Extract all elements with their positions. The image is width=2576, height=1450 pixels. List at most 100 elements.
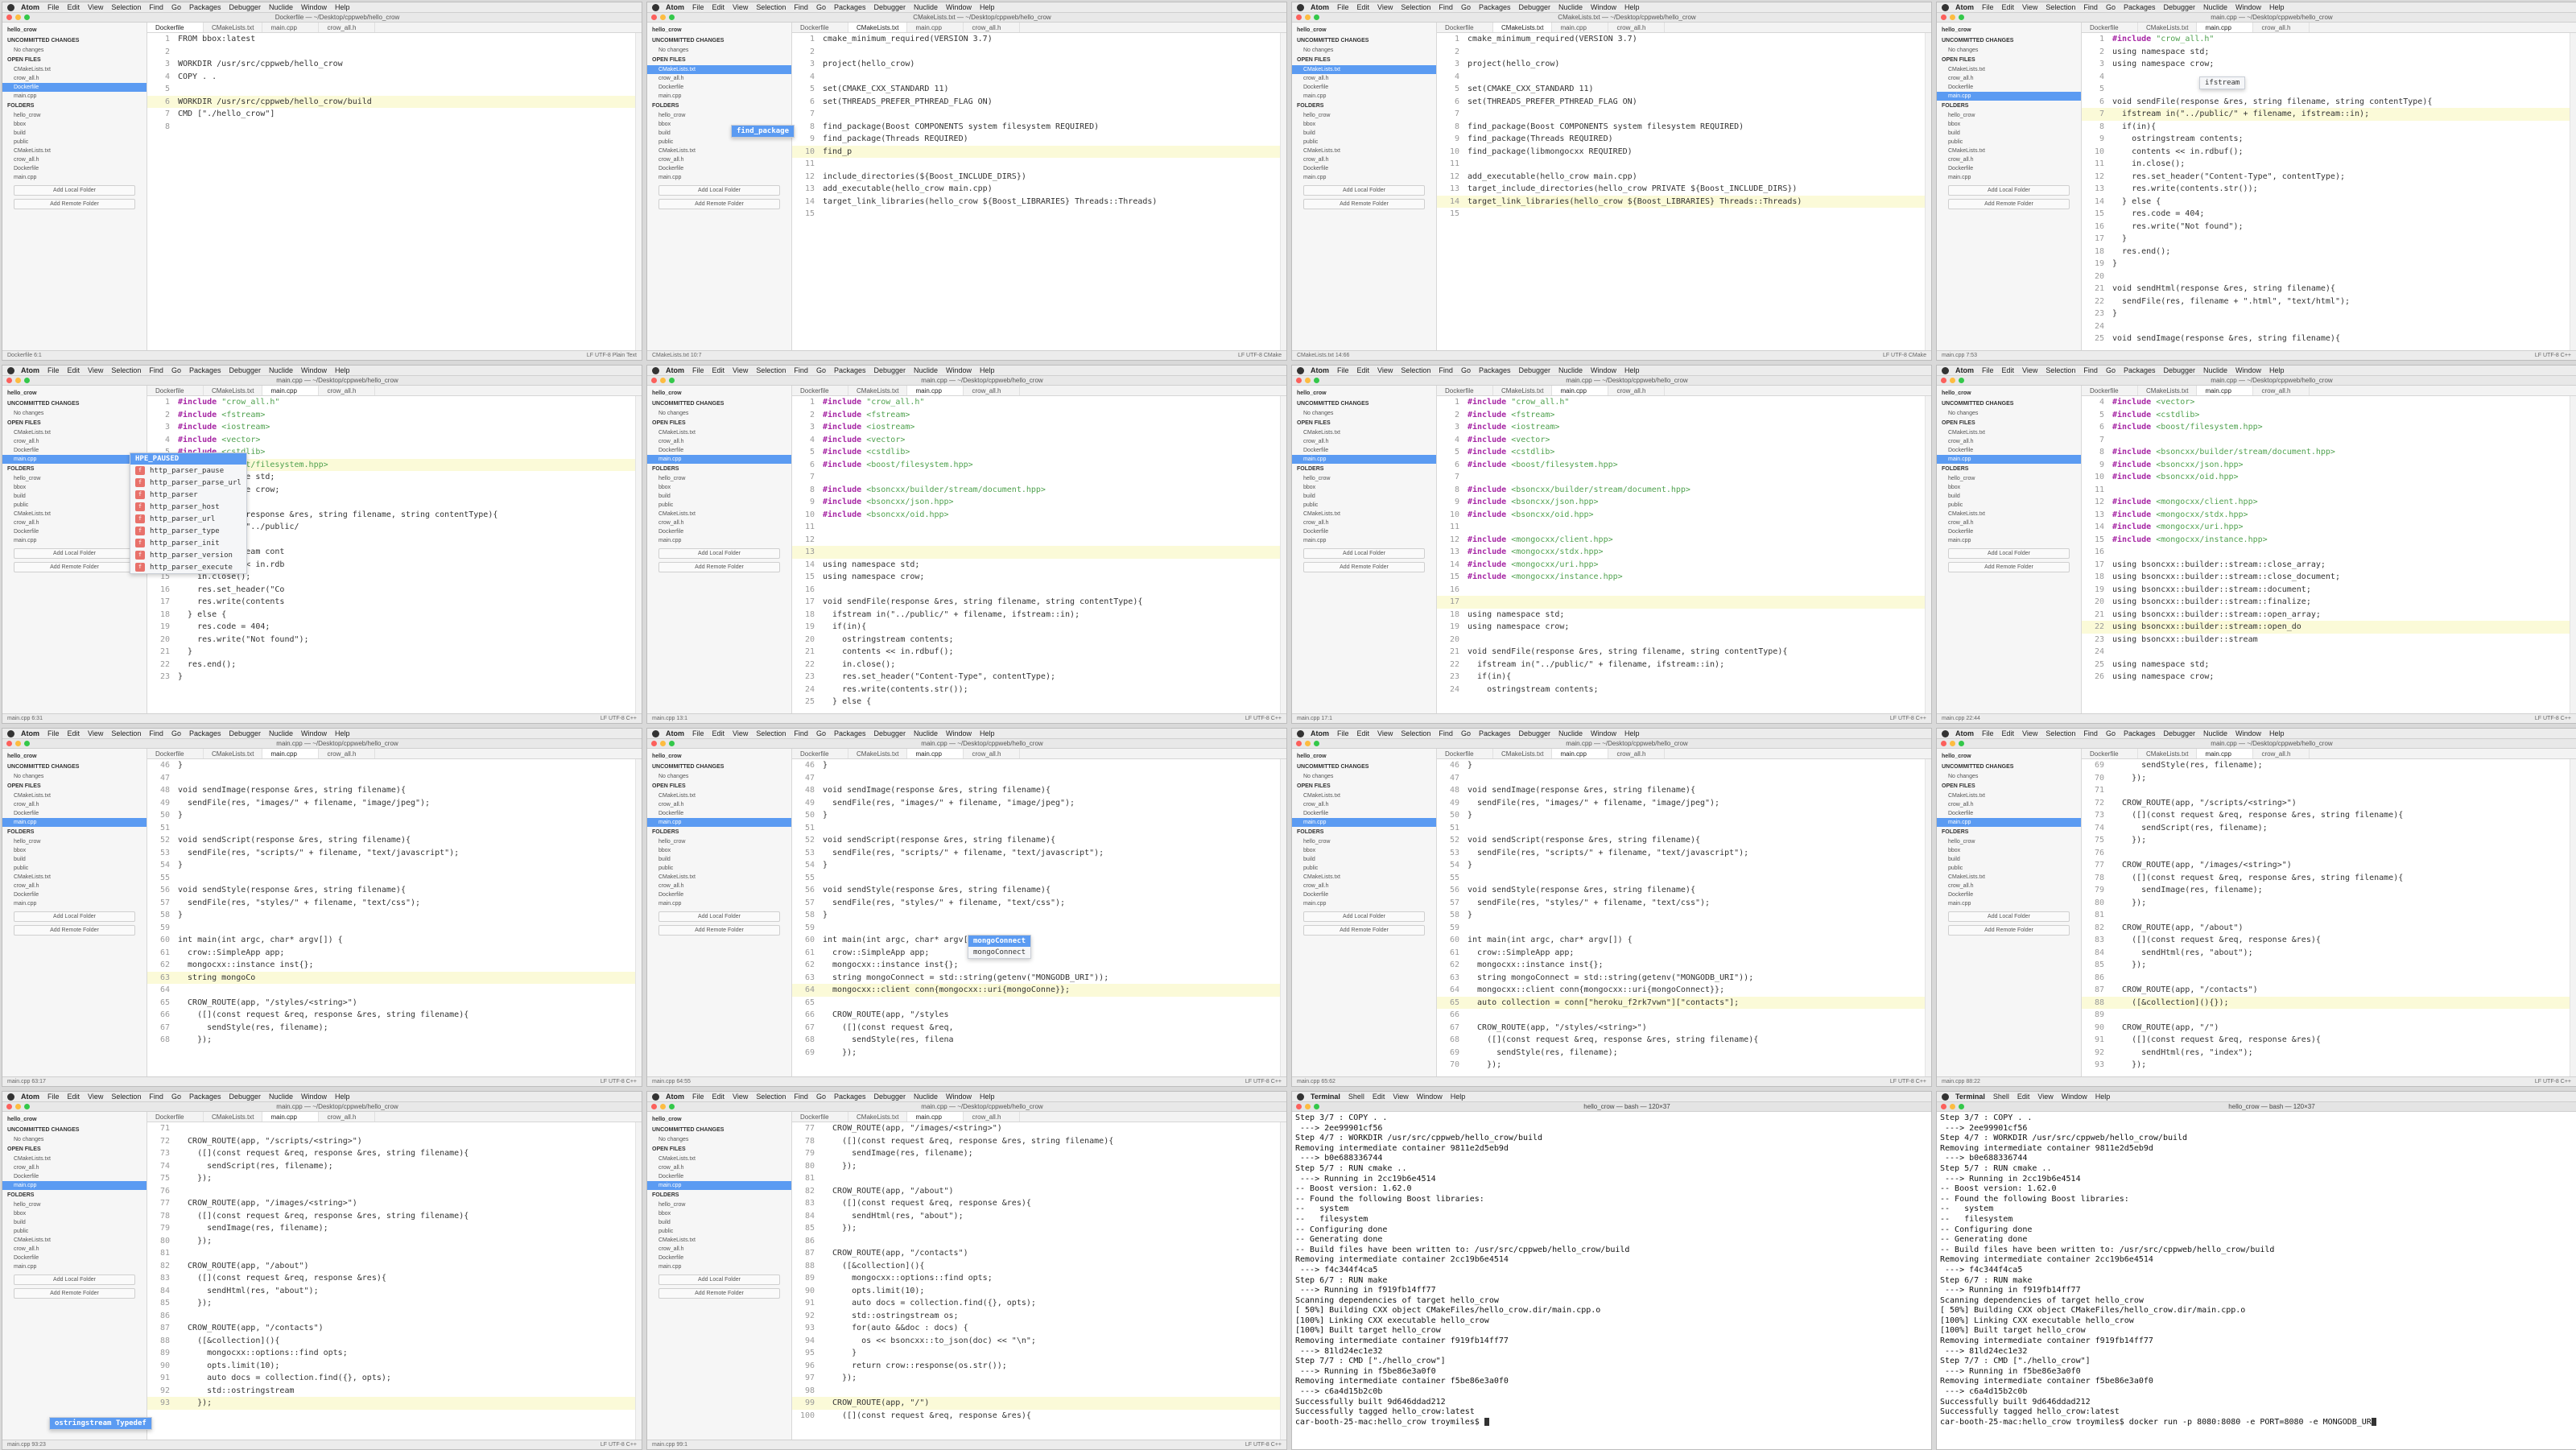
folder-tree-item[interactable]: public	[647, 138, 791, 147]
menu-item[interactable]: Debugger	[2163, 3, 2195, 11]
folder-tree-item[interactable]: hello_crow	[2, 1200, 147, 1209]
autocomplete-item[interactable]: ostringstream Typedef	[50, 1418, 151, 1429]
folder-tree-item[interactable]: CMakeLists.txt	[647, 510, 791, 518]
file-encoding-info[interactable]: LF UTF-8 C++	[601, 1442, 637, 1448]
menu-item[interactable]: Debugger	[873, 729, 906, 737]
open-file-item[interactable]: CMakeLists.txt	[647, 1155, 791, 1163]
apple-icon[interactable]	[1942, 3, 1949, 11]
editor-tab[interactable]: main.cpp	[907, 386, 964, 395]
folder-tree-item[interactable]: build	[2, 855, 147, 864]
folder-tree-item[interactable]: public	[2, 1227, 147, 1236]
editor-scrollbar[interactable]	[1925, 759, 1931, 1076]
open-file-item[interactable]: crow_all.h	[2, 1163, 147, 1172]
file-encoding-info[interactable]: LF UTF-8 CMake	[1238, 353, 1282, 358]
open-file-item[interactable]: main.cpp	[647, 1181, 791, 1190]
add-remote-folder-button[interactable]: Add Remote Folder	[1948, 925, 2070, 936]
open-file-item[interactable]: Dockerfile	[1937, 809, 2081, 818]
folder-tree-item[interactable]: Dockerfile	[2, 527, 147, 536]
folder-tree-item[interactable]: hello_crow	[2, 111, 147, 120]
file-encoding-info[interactable]: LF UTF-8 C++	[1245, 1079, 1282, 1084]
open-file-item[interactable]: CMakeLists.txt	[1292, 428, 1436, 437]
menu-item[interactable]: Find	[149, 366, 163, 374]
menu-item[interactable]: File	[1982, 3, 1994, 11]
editor-tab[interactable]: crow_all.h	[1608, 386, 1666, 395]
cursor-position[interactable]: main.cpp 93:23	[7, 1442, 46, 1448]
code-editor[interactable]: 1 cmake_minimum_required(VERSION 3.7) 2 3 pr…	[1437, 33, 1925, 350]
editor-tab[interactable]: main.cpp	[907, 1112, 964, 1122]
menu-item[interactable]: Edit	[1357, 729, 1370, 737]
open-file-item[interactable]: CMakeLists.txt	[1937, 428, 2081, 437]
menu-item[interactable]: Find	[2083, 366, 2098, 374]
editor-scrollbar[interactable]	[1925, 396, 1931, 713]
autocomplete-popup[interactable]: find_package	[731, 125, 795, 138]
editor-tab[interactable]: CMakeLists.txt	[2138, 749, 2198, 758]
menu-item[interactable]: Nuclide	[269, 1093, 293, 1101]
menu-item[interactable]: Go	[1461, 3, 1471, 11]
autocomplete-item[interactable]: f http_parser_pause	[130, 465, 246, 477]
close-window-icon[interactable]	[6, 378, 12, 383]
folder-tree-item[interactable]: Dockerfile	[647, 890, 791, 899]
folder-tree-item[interactable]: crow_all.h	[647, 155, 791, 164]
folder-tree-item[interactable]: crow_all.h	[1937, 518, 2081, 527]
editor-tab[interactable]: Dockerfile	[792, 386, 848, 395]
menu-item[interactable]: Window	[1417, 1093, 1443, 1101]
open-file-item[interactable]: Dockerfile	[1292, 809, 1436, 818]
code-editor[interactable]: 1 cmake_minimum_required(VERSION 3.7) 2 3 pr…	[792, 33, 1280, 350]
menu-app-name[interactable]: Atom	[1311, 729, 1329, 737]
menu-item[interactable]: Nuclide	[269, 729, 293, 737]
open-file-item[interactable]: crow_all.h	[1292, 74, 1436, 83]
folder-tree-item[interactable]: hello_crow	[2, 474, 147, 483]
menu-item[interactable]: Selection	[756, 1093, 786, 1101]
close-window-icon[interactable]	[651, 378, 657, 383]
apple-icon[interactable]	[1297, 366, 1304, 374]
open-file-item[interactable]: crow_all.h	[647, 1163, 791, 1172]
menu-app-name[interactable]: Terminal	[1955, 1093, 1985, 1101]
folder-tree-item[interactable]: public	[1292, 501, 1436, 510]
file-encoding-info[interactable]: LF UTF-8 C++	[1890, 716, 1926, 721]
menu-item[interactable]: Selection	[111, 3, 141, 11]
menu-item[interactable]: Packages	[189, 3, 221, 11]
terminal-output[interactable]: Step 3/7 : COPY . . ---> 2ee99901cf56 Ste…	[1937, 1112, 2576, 1449]
menu-item[interactable]: Window	[946, 3, 972, 11]
folder-tree-item[interactable]: crow_all.h	[2, 518, 147, 527]
apple-icon[interactable]	[652, 1093, 659, 1101]
folder-tree-item[interactable]: hello_crow	[1292, 837, 1436, 846]
apple-icon[interactable]	[652, 729, 659, 737]
menu-item[interactable]: File	[47, 3, 60, 11]
menu-item[interactable]: File	[692, 366, 704, 374]
file-encoding-info[interactable]: LF UTF-8 C++	[1890, 1079, 1926, 1084]
open-file-item[interactable]: Dockerfile	[2, 809, 147, 818]
open-file-item[interactable]: crow_all.h	[647, 437, 791, 446]
menu-item[interactable]: View	[88, 366, 103, 374]
add-local-folder-button[interactable]: Add Local Folder	[658, 548, 780, 559]
editor-tab[interactable]: Dockerfile	[2082, 386, 2138, 395]
folder-tree-item[interactable]: build	[1292, 129, 1436, 138]
menu-app-name[interactable]: Atom	[666, 3, 684, 11]
folder-tree-item[interactable]: build	[1292, 492, 1436, 501]
editor-tab[interactable]: Dockerfile	[2082, 749, 2138, 758]
folder-tree-item[interactable]: CMakeLists.txt	[647, 873, 791, 882]
menu-item[interactable]: Nuclide	[914, 729, 938, 737]
zoom-window-icon[interactable]	[1959, 1104, 1964, 1109]
menu-item[interactable]: Packages	[189, 1093, 221, 1101]
project-name[interactable]: hello_crow	[1292, 751, 1436, 762]
editor-tab[interactable]: CMakeLists.txt	[848, 23, 908, 32]
editor-tab[interactable]: CMakeLists.txt	[204, 23, 263, 32]
menu-item[interactable]: Debugger	[873, 3, 906, 11]
menu-item[interactable]: Edit	[712, 3, 725, 11]
folder-tree-item[interactable]: crow_all.h	[2, 1245, 147, 1254]
menu-item[interactable]: Nuclide	[914, 366, 938, 374]
menu-item[interactable]: File	[1337, 3, 1349, 11]
menu-item[interactable]: View	[2022, 729, 2037, 737]
editor-tab[interactable]: CMakeLists.txt	[848, 386, 908, 395]
open-file-item[interactable]: main.cpp	[2, 92, 147, 101]
editor-tab[interactable]: Dockerfile	[147, 1112, 204, 1122]
editor-tab[interactable]: main.cpp	[262, 386, 320, 395]
menu-app-name[interactable]: Atom	[1955, 729, 1974, 737]
open-file-item[interactable]: CMakeLists.txt	[2, 65, 147, 74]
apple-icon[interactable]	[1942, 1093, 1949, 1101]
menu-item[interactable]: View	[2022, 366, 2037, 374]
cursor-position[interactable]: main.cpp 13:1	[652, 716, 687, 721]
menu-item[interactable]: Packages	[1479, 366, 1511, 374]
add-remote-folder-button[interactable]: Add Remote Folder	[1948, 199, 2070, 209]
